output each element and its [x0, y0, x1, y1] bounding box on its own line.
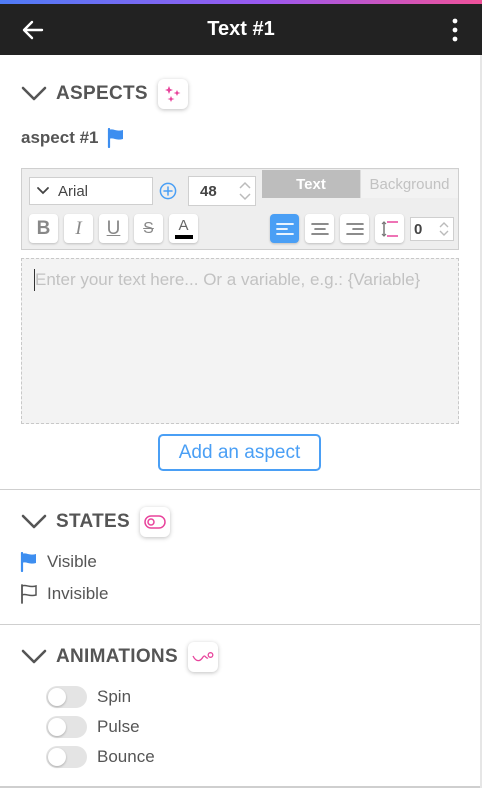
aspects-section-header[interactable]: ASPECTS — [20, 79, 188, 109]
align-center-icon — [310, 222, 329, 235]
animation-pulse-label: Pulse — [97, 717, 140, 736]
chevron-down-icon — [37, 187, 49, 195]
chevron-down-icon — [21, 649, 47, 664]
underline-label: U — [106, 217, 121, 239]
spin-toggle[interactable] — [46, 686, 87, 708]
section-divider — [0, 624, 482, 625]
italic-button[interactable]: I — [64, 214, 93, 243]
flag-filled-icon — [20, 552, 36, 572]
animations-section-header[interactable]: ANIMATIONS — [20, 642, 218, 672]
arrow-left-icon[interactable] — [20, 17, 46, 43]
stepper-arrows-icon[interactable] — [437, 220, 451, 238]
line-spacing-input[interactable]: 0 — [410, 217, 454, 241]
tab-text[interactable]: Text — [262, 170, 360, 198]
strikethrough-button[interactable]: S — [134, 214, 163, 243]
add-aspect-button[interactable]: Add an aspect — [158, 434, 321, 471]
toggle-knob — [48, 748, 66, 766]
more-vertical-icon[interactable] — [450, 16, 460, 44]
text-style-toolbar: Arial 48 Text Background B I U S A 0 — [21, 168, 459, 250]
animation-spin-label: Spin — [97, 687, 132, 706]
text-color-swatch — [174, 235, 193, 239]
states-title: STATES — [56, 511, 130, 532]
toggle-knob — [48, 688, 66, 706]
align-right-icon — [345, 222, 364, 235]
chevron-down-icon — [21, 514, 47, 529]
state-invisible-label: Invisible — [47, 584, 109, 603]
motion-path-icon — [192, 652, 214, 662]
font-family-value: Arial — [58, 182, 89, 200]
pulse-toggle[interactable] — [46, 716, 87, 738]
section-divider — [0, 489, 482, 490]
flag-outline-icon — [21, 584, 37, 604]
aspect-name: aspect #1 — [21, 128, 99, 147]
bounce-toggle[interactable] — [46, 746, 87, 768]
stepper-arrows-icon[interactable] — [237, 180, 253, 202]
text-color-button[interactable]: A — [169, 214, 198, 243]
text-placeholder: Enter your text here... Or a variable, e… — [35, 270, 421, 289]
text-color-label: A — [178, 217, 189, 234]
italic-label: I — [75, 217, 82, 239]
animations-badge — [187, 642, 218, 672]
align-center-button[interactable] — [305, 214, 334, 243]
bold-label: B — [36, 217, 51, 239]
line-spacing-button[interactable] — [375, 214, 404, 243]
animations-title: ANIMATIONS — [56, 646, 178, 667]
flag-filled-icon[interactable] — [107, 128, 125, 148]
animation-pulse[interactable]: Pulse — [46, 716, 140, 738]
animation-bounce[interactable]: Bounce — [46, 746, 155, 768]
font-size-value: 48 — [200, 182, 217, 200]
aspects-badge — [157, 79, 188, 109]
align-left-icon — [275, 222, 294, 235]
toggle-icon — [144, 515, 166, 529]
states-section-header[interactable]: STATES — [20, 507, 170, 537]
animation-bounce-label: Bounce — [97, 747, 155, 766]
tab-background[interactable]: Background — [360, 170, 458, 198]
bold-button[interactable]: B — [29, 214, 58, 243]
state-invisible[interactable]: Invisible — [20, 584, 108, 604]
align-left-button[interactable] — [270, 214, 299, 243]
line-spacing-icon — [381, 220, 398, 237]
animation-spin[interactable]: Spin — [46, 686, 131, 708]
sparkles-icon — [164, 86, 181, 102]
align-right-button[interactable] — [340, 214, 369, 243]
page-title: Text #1 — [207, 18, 275, 40]
aspect-name-row: aspect #1 — [21, 128, 125, 148]
underline-button[interactable]: U — [99, 214, 128, 243]
aspects-title: ASPECTS — [56, 83, 148, 104]
font-size-input[interactable]: 48 — [188, 176, 256, 206]
toggle-knob — [48, 718, 66, 736]
state-visible-label: Visible — [47, 552, 97, 571]
line-spacing-value: 0 — [414, 220, 423, 238]
text-content-input[interactable]: Enter your text here... Or a variable, e… — [21, 258, 459, 424]
app-header: Text #1 — [0, 4, 482, 55]
chevron-down-icon — [21, 86, 47, 101]
add-circle-icon[interactable] — [159, 182, 177, 200]
font-family-select[interactable]: Arial — [29, 177, 153, 205]
states-badge — [139, 507, 170, 537]
state-visible[interactable]: Visible — [20, 552, 97, 572]
strikethrough-label: S — [143, 219, 154, 237]
